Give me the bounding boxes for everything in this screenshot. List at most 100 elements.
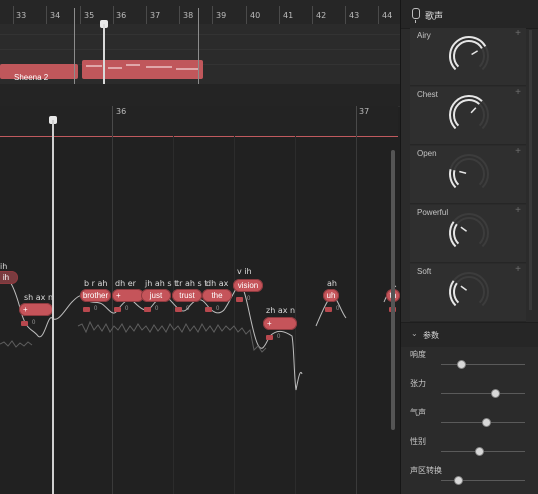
- note-param-value: 0: [32, 320, 36, 326]
- panel-scrollbar[interactable]: [529, 30, 532, 310]
- phoneme-label: sh ax n: [24, 293, 54, 302]
- note-param-value: 0: [247, 296, 251, 302]
- param-label: 性别: [410, 437, 426, 446]
- add-icon[interactable]: +: [515, 28, 521, 39]
- note[interactable]: just: [141, 289, 171, 302]
- bar-number: 42: [316, 11, 327, 20]
- note-param-icon[interactable]: [21, 321, 28, 326]
- bar-number: 36: [116, 107, 127, 116]
- note[interactable]: trust: [172, 289, 202, 302]
- knob-label: Soft: [417, 267, 432, 276]
- playhead-top: [103, 24, 105, 84]
- knob-label: Open: [417, 149, 437, 158]
- note[interactable]: +: [263, 317, 297, 330]
- panel-header: 歌声: [401, 0, 538, 29]
- panel-divider[interactable]: [0, 84, 400, 107]
- phoneme-label: jh ah s t: [145, 279, 178, 288]
- piano-roll-ruler[interactable]: 36 37: [0, 106, 398, 137]
- note-param-value: 0: [125, 306, 129, 312]
- voice-panel: 歌声 Airy + Chest + Open + Powerful + Soft…: [400, 0, 538, 494]
- bar-number: 43: [349, 11, 360, 20]
- slider-thumb[interactable]: [474, 447, 484, 456]
- audio-clip-sheena[interactable]: Sheena 2: [0, 64, 78, 82]
- note[interactable]: ih: [0, 271, 18, 284]
- slider-thumb[interactable]: [453, 476, 463, 485]
- knob-dial[interactable]: [447, 34, 491, 78]
- bar-number: 37: [359, 107, 370, 116]
- note-param-icon[interactable]: [144, 307, 151, 312]
- note-param-icon[interactable]: [83, 307, 90, 312]
- phoneme-label: ah: [327, 279, 337, 288]
- knob-value-arc: [453, 223, 460, 245]
- add-icon[interactable]: +: [515, 146, 521, 157]
- note-param-value: 0: [277, 334, 281, 340]
- param-label: 气声: [410, 408, 426, 417]
- params-title: 参数: [423, 331, 439, 340]
- phoneme-label: dh er: [115, 279, 136, 288]
- param-slider[interactable]: [441, 364, 525, 365]
- slider-thumb[interactable]: [481, 418, 491, 427]
- note[interactable]: uh: [323, 289, 339, 302]
- knob-dial[interactable]: [447, 211, 491, 255]
- add-icon[interactable]: +: [515, 264, 521, 275]
- add-icon[interactable]: +: [515, 205, 521, 216]
- note-param-value: 0: [155, 306, 159, 312]
- note-param-icon[interactable]: [325, 307, 332, 312]
- note[interactable]: brother: [80, 289, 111, 302]
- phoneme-label: zh ax n: [266, 306, 296, 315]
- knob-dial[interactable]: [447, 152, 491, 196]
- note-param-value: 0: [216, 306, 220, 312]
- knob-label: Powerful: [417, 208, 449, 217]
- knob-label: Chest: [417, 90, 438, 99]
- slider-thumb[interactable]: [457, 360, 467, 369]
- bar-number: 38: [183, 11, 194, 20]
- knob-pointer: [460, 285, 468, 291]
- knob-dial[interactable]: [447, 270, 491, 314]
- knob-pointer: [471, 50, 478, 56]
- playhead: [52, 120, 54, 494]
- knob-pointer: [459, 170, 467, 174]
- add-icon[interactable]: +: [515, 87, 521, 98]
- note-param-icon[interactable]: [175, 307, 182, 312]
- knob-airy[interactable]: Airy +: [410, 28, 526, 86]
- collapse-chevron-icon[interactable]: ⌄: [411, 329, 418, 338]
- phoneme-label: ih: [0, 262, 8, 271]
- bar-number: 35: [84, 11, 95, 20]
- note[interactable]: +: [19, 303, 53, 316]
- phoneme-label: b r ah: [84, 279, 108, 288]
- knob-powerful[interactable]: Powerful +: [410, 205, 526, 263]
- note-param-icon[interactable]: [205, 307, 212, 312]
- bar-number: 36: [116, 11, 127, 20]
- note-param-value: 0: [186, 306, 190, 312]
- phoneme-label: v ih: [237, 267, 252, 276]
- param-label: 响度: [410, 350, 426, 359]
- editor-area[interactable]: 33 34 35 36 37 38 39 40 41 42 43 44 Shee…: [0, 0, 400, 494]
- param-slider[interactable]: [441, 393, 525, 394]
- track-lane[interactable]: Sheena 2: [0, 24, 400, 84]
- knob-soft[interactable]: Soft +: [410, 264, 526, 322]
- vertical-scrollbar[interactable]: [391, 150, 395, 430]
- slider-thumb[interactable]: [490, 389, 500, 398]
- audio-clip-selected[interactable]: [82, 60, 203, 79]
- note[interactable]: +: [112, 289, 144, 302]
- bar-number: 41: [283, 11, 294, 20]
- selection-start[interactable]: [74, 8, 75, 84]
- knob-chest[interactable]: Chest +: [410, 87, 526, 145]
- knob-value-arc: [453, 282, 460, 304]
- knob-open[interactable]: Open +: [410, 146, 526, 204]
- knob-value-arc: [453, 170, 460, 186]
- microphone-icon: [412, 8, 420, 23]
- note-param-icon[interactable]: [114, 307, 121, 312]
- knob-label: Airy: [417, 31, 431, 40]
- note[interactable]: vision: [233, 279, 263, 292]
- knob-pointer: [470, 107, 477, 114]
- note-param-icon[interactable]: [236, 297, 243, 302]
- selection-end[interactable]: [198, 8, 199, 84]
- note-param-icon[interactable]: [266, 335, 273, 340]
- knob-dial[interactable]: [447, 93, 491, 137]
- note[interactable]: the: [202, 289, 232, 302]
- arrangement-ruler[interactable]: 33 34 35 36 37 38 39 40 41 42 43 44: [0, 0, 400, 25]
- params-section-header[interactable]: ⌄ 参数: [401, 322, 538, 347]
- bar-number: 40: [250, 11, 261, 20]
- param-label: 张力: [410, 379, 426, 388]
